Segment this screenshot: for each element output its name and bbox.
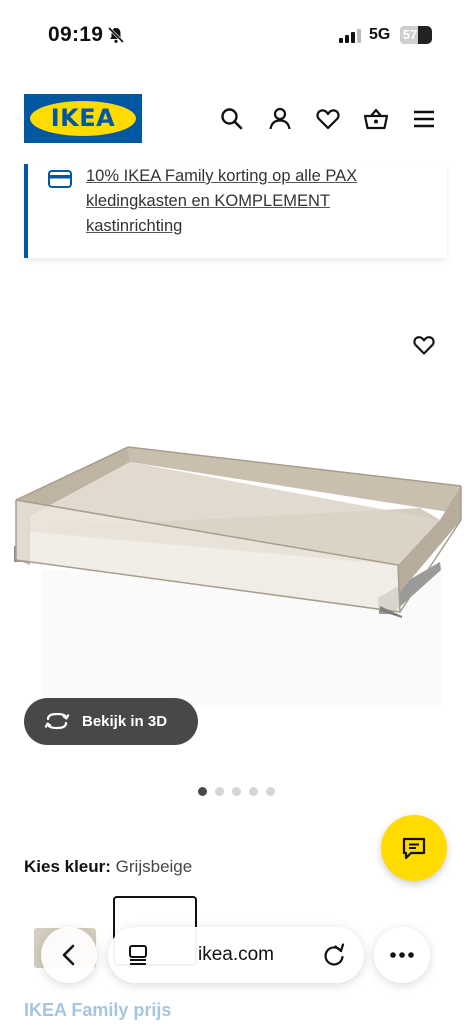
status-bar: 09:19 5G 57: [0, 0, 472, 70]
browser-more-button[interactable]: [374, 927, 430, 983]
product-page: 09:19 5G 57 IKEA 10% IKEA Family korting…: [0, 0, 472, 1024]
view-3d-button[interactable]: Bekijk in 3D: [24, 698, 198, 745]
carousel-dot[interactable]: [231, 787, 241, 796]
browser-back-button[interactable]: [41, 927, 97, 983]
color-selection: Kies kleur: Grijsbeige: [24, 857, 192, 877]
carousel-dot[interactable]: [248, 787, 258, 796]
chat-button[interactable]: [381, 815, 447, 881]
more-icon: [390, 952, 414, 958]
status-time: 09:19: [48, 23, 104, 46]
carousel-dots: [0, 783, 472, 796]
heart-icon[interactable]: [315, 106, 341, 132]
browser-url-bar[interactable]: ikea.com: [108, 927, 364, 983]
rotate-3d-icon: [44, 711, 70, 731]
battery-percent: 57: [402, 27, 418, 42]
carousel-dot[interactable]: [214, 787, 224, 796]
signal-icon: [339, 29, 361, 43]
site-header: IKEA: [0, 94, 472, 146]
basket-icon[interactable]: [363, 106, 389, 132]
reload-icon[interactable]: [322, 942, 346, 968]
battery-icon: 57: [400, 26, 432, 44]
credit-card-icon: [48, 170, 72, 188]
family-discount-banner: 10% IKEA Family korting op alle PAX kled…: [24, 164, 447, 258]
network-type: 5G: [369, 26, 391, 43]
banner-link[interactable]: 10% IKEA Family korting op alle PAX kled…: [86, 164, 416, 239]
carousel-dot[interactable]: [265, 787, 275, 796]
view-3d-label: Bekijk in 3D: [82, 713, 168, 730]
color-value: Grijsbeige: [115, 857, 193, 876]
heart-icon[interactable]: [412, 333, 436, 357]
product-image[interactable]: [0, 420, 472, 710]
chat-icon: [402, 837, 426, 860]
carousel-dot[interactable]: [197, 787, 207, 796]
color-label: Kies kleur:: [24, 857, 111, 876]
user-icon[interactable]: [267, 106, 293, 132]
logo-text: IKEA: [50, 104, 116, 132]
family-price-label: IKEA Family prijs: [24, 1000, 172, 1020]
menu-icon[interactable]: [411, 106, 437, 132]
bell-off-icon: [107, 26, 125, 44]
chevron-left-icon: [62, 944, 75, 966]
ikea-logo[interactable]: IKEA: [24, 94, 142, 143]
search-icon[interactable]: [219, 106, 245, 132]
